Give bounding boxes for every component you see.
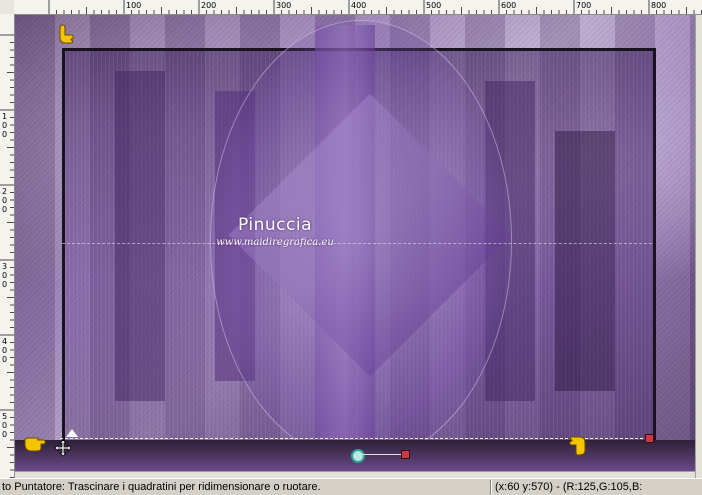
ruler-label: 0 xyxy=(2,421,7,430)
ruler-label: 2 xyxy=(2,187,7,196)
ruler-label: 800 xyxy=(651,1,666,10)
ruler-label: 0 xyxy=(2,271,7,280)
watermark-url: www.maidiregrafica.eu xyxy=(216,237,334,248)
ruler-label: 0 xyxy=(2,430,7,439)
pointing-hand-icon xyxy=(55,23,79,47)
ruler-label: 0 xyxy=(2,130,7,139)
status-coordinates: (x:60 y:570) - (R:125,G:105,B: xyxy=(495,481,643,493)
rotation-handle-arm xyxy=(363,454,401,455)
ruler-label: 700 xyxy=(576,1,591,10)
ruler-label: 300 xyxy=(276,1,291,10)
horizontal-ruler[interactable]: 100 200 300 400 500 600 700 800 xyxy=(14,0,702,15)
ruler-label: 1 xyxy=(2,112,7,121)
ruler-label: 0 xyxy=(2,280,7,289)
status-bar: to Puntatore: Trascinare i quadratini pe… xyxy=(0,478,702,495)
image-editor-window: 100 200 300 400 500 600 700 800 100200300400500… xyxy=(0,0,702,495)
image-canvas[interactable]: Pinuccia www.maidiregrafica.eu xyxy=(15,15,695,471)
rotation-handle-end[interactable] xyxy=(401,450,410,459)
ruler-label: 400 xyxy=(351,1,366,10)
ruler-label: 4 xyxy=(2,337,7,346)
vertical-ruler-ticks: 100200300400500 xyxy=(0,34,14,478)
dark-block xyxy=(115,71,165,401)
pointing-hand-icon xyxy=(568,433,592,457)
resize-handle[interactable] xyxy=(645,434,654,443)
status-separator xyxy=(490,480,492,494)
horizontal-ruler-ticks: 100 200 300 400 500 600 700 800 xyxy=(48,0,702,14)
status-message: to Puntatore: Trascinare i quadratini pe… xyxy=(2,481,321,493)
ruler-label: 100 xyxy=(126,1,141,10)
vertical-ruler[interactable]: 100200300400500 xyxy=(0,14,15,478)
move-cursor-icon xyxy=(54,439,72,457)
dark-block xyxy=(555,131,615,391)
ruler-label: 600 xyxy=(501,1,516,10)
horizontal-guide-line xyxy=(62,243,652,244)
ruler-corner xyxy=(0,0,15,15)
ruler-label: 0 xyxy=(2,355,7,364)
watermark: Pinuccia www.maidiregrafica.eu xyxy=(195,215,355,248)
ruler-label: 0 xyxy=(2,196,7,205)
ruler-label: 0 xyxy=(2,121,7,130)
ruler-label: 5 xyxy=(2,412,7,421)
ruler-label: 0 xyxy=(2,205,7,214)
vertical-scrollbar[interactable] xyxy=(695,15,702,478)
watermark-title: Pinuccia xyxy=(238,215,312,235)
ruler-label: 0 xyxy=(2,346,7,355)
ruler-label: 200 xyxy=(201,1,216,10)
pointing-hand-icon xyxy=(23,430,47,454)
rotation-handle-icon[interactable] xyxy=(351,449,365,463)
ruler-label: 500 xyxy=(426,1,441,10)
ruler-label: 3 xyxy=(2,262,7,271)
selection-bounding-line xyxy=(60,438,653,439)
corner-marker xyxy=(66,429,78,437)
